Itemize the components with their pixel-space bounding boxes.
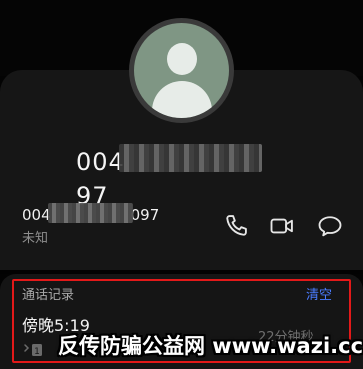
avatar-body-shape bbox=[152, 81, 212, 118]
row-number-redaction-mosaic bbox=[48, 203, 133, 223]
video-call-icon[interactable] bbox=[268, 212, 296, 240]
avatar-head-shape bbox=[167, 43, 197, 75]
number-redaction-mosaic bbox=[119, 144, 262, 172]
avatar bbox=[129, 18, 234, 123]
call-row-number-prefix: 004 bbox=[22, 206, 51, 224]
contact-number-prefix: 004 bbox=[76, 148, 125, 176]
watermark: 反传防骗公益网 www.wazi.cc bbox=[58, 334, 363, 358]
call-row-number-suffix: 097 bbox=[130, 206, 160, 224]
number-location: 未知 bbox=[22, 231, 49, 246]
phone-icon[interactable] bbox=[222, 212, 250, 240]
avatar-icon bbox=[134, 23, 229, 118]
message-icon[interactable] bbox=[316, 212, 344, 240]
